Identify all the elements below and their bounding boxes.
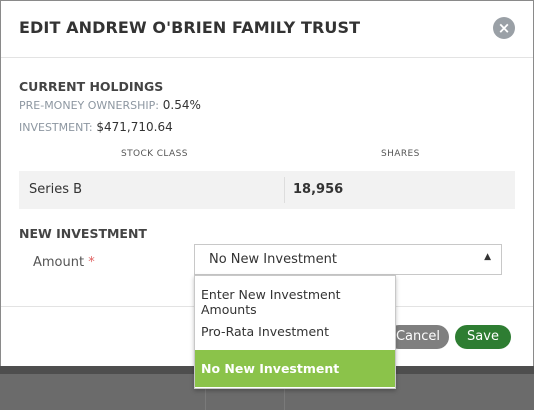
current-holdings-heading: CURRENT HOLDINGS xyxy=(19,79,164,94)
pre-money-label: PRE-MONEY OWNERSHIP: xyxy=(19,99,159,112)
dropdown-option-label: No New Investment xyxy=(201,361,340,376)
amount-label: Amount * xyxy=(33,255,95,270)
amount-dropdown-menu: Enter New Investment Amounts Pro-Rata In… xyxy=(194,275,396,389)
modal-title: EDIT ANDREW O'BRIEN FAMILY TRUST xyxy=(19,18,361,37)
investment-value: $471,710.64 xyxy=(96,120,173,134)
dropdown-option-label: Pro-Rata Investment xyxy=(201,324,329,339)
column-header-stock-class: STOCK CLASS xyxy=(121,149,188,159)
shares-cell: 18,956 xyxy=(293,182,344,197)
investment-label: INVESTMENT: xyxy=(19,121,93,134)
pre-money-value: 0.54% xyxy=(162,98,201,112)
new-investment-heading: NEW INVESTMENT xyxy=(19,226,147,241)
investment-amount: INVESTMENT: $471,710.64 xyxy=(19,120,173,134)
amount-select[interactable]: No New Investment ▲ xyxy=(194,244,502,275)
pre-money-ownership: PRE-MONEY OWNERSHIP: 0.54% xyxy=(19,98,201,112)
dropdown-option-pro-rata[interactable]: Pro-Rata Investment xyxy=(195,313,395,350)
amount-label-text: Amount xyxy=(33,255,85,270)
close-icon[interactable]: × xyxy=(493,17,515,39)
amount-select-value: No New Investment xyxy=(209,252,337,267)
dropdown-option-no-new-investment[interactable]: No New Investment xyxy=(195,350,395,387)
cancel-button[interactable]: Cancel xyxy=(387,325,449,349)
dropdown-option-enter-amounts[interactable]: Enter New Investment Amounts xyxy=(195,276,395,317)
stock-class-cell: Series B xyxy=(29,182,83,197)
save-button[interactable]: Save xyxy=(455,325,511,349)
column-header-shares: SHARES xyxy=(381,149,420,159)
cell-divider xyxy=(284,177,285,203)
table-row: Series B 18,956 xyxy=(19,171,515,209)
caret-up-icon: ▲ xyxy=(484,252,491,262)
modal-header: EDIT ANDREW O'BRIEN FAMILY TRUST × xyxy=(1,1,533,58)
required-marker: * xyxy=(88,255,95,270)
